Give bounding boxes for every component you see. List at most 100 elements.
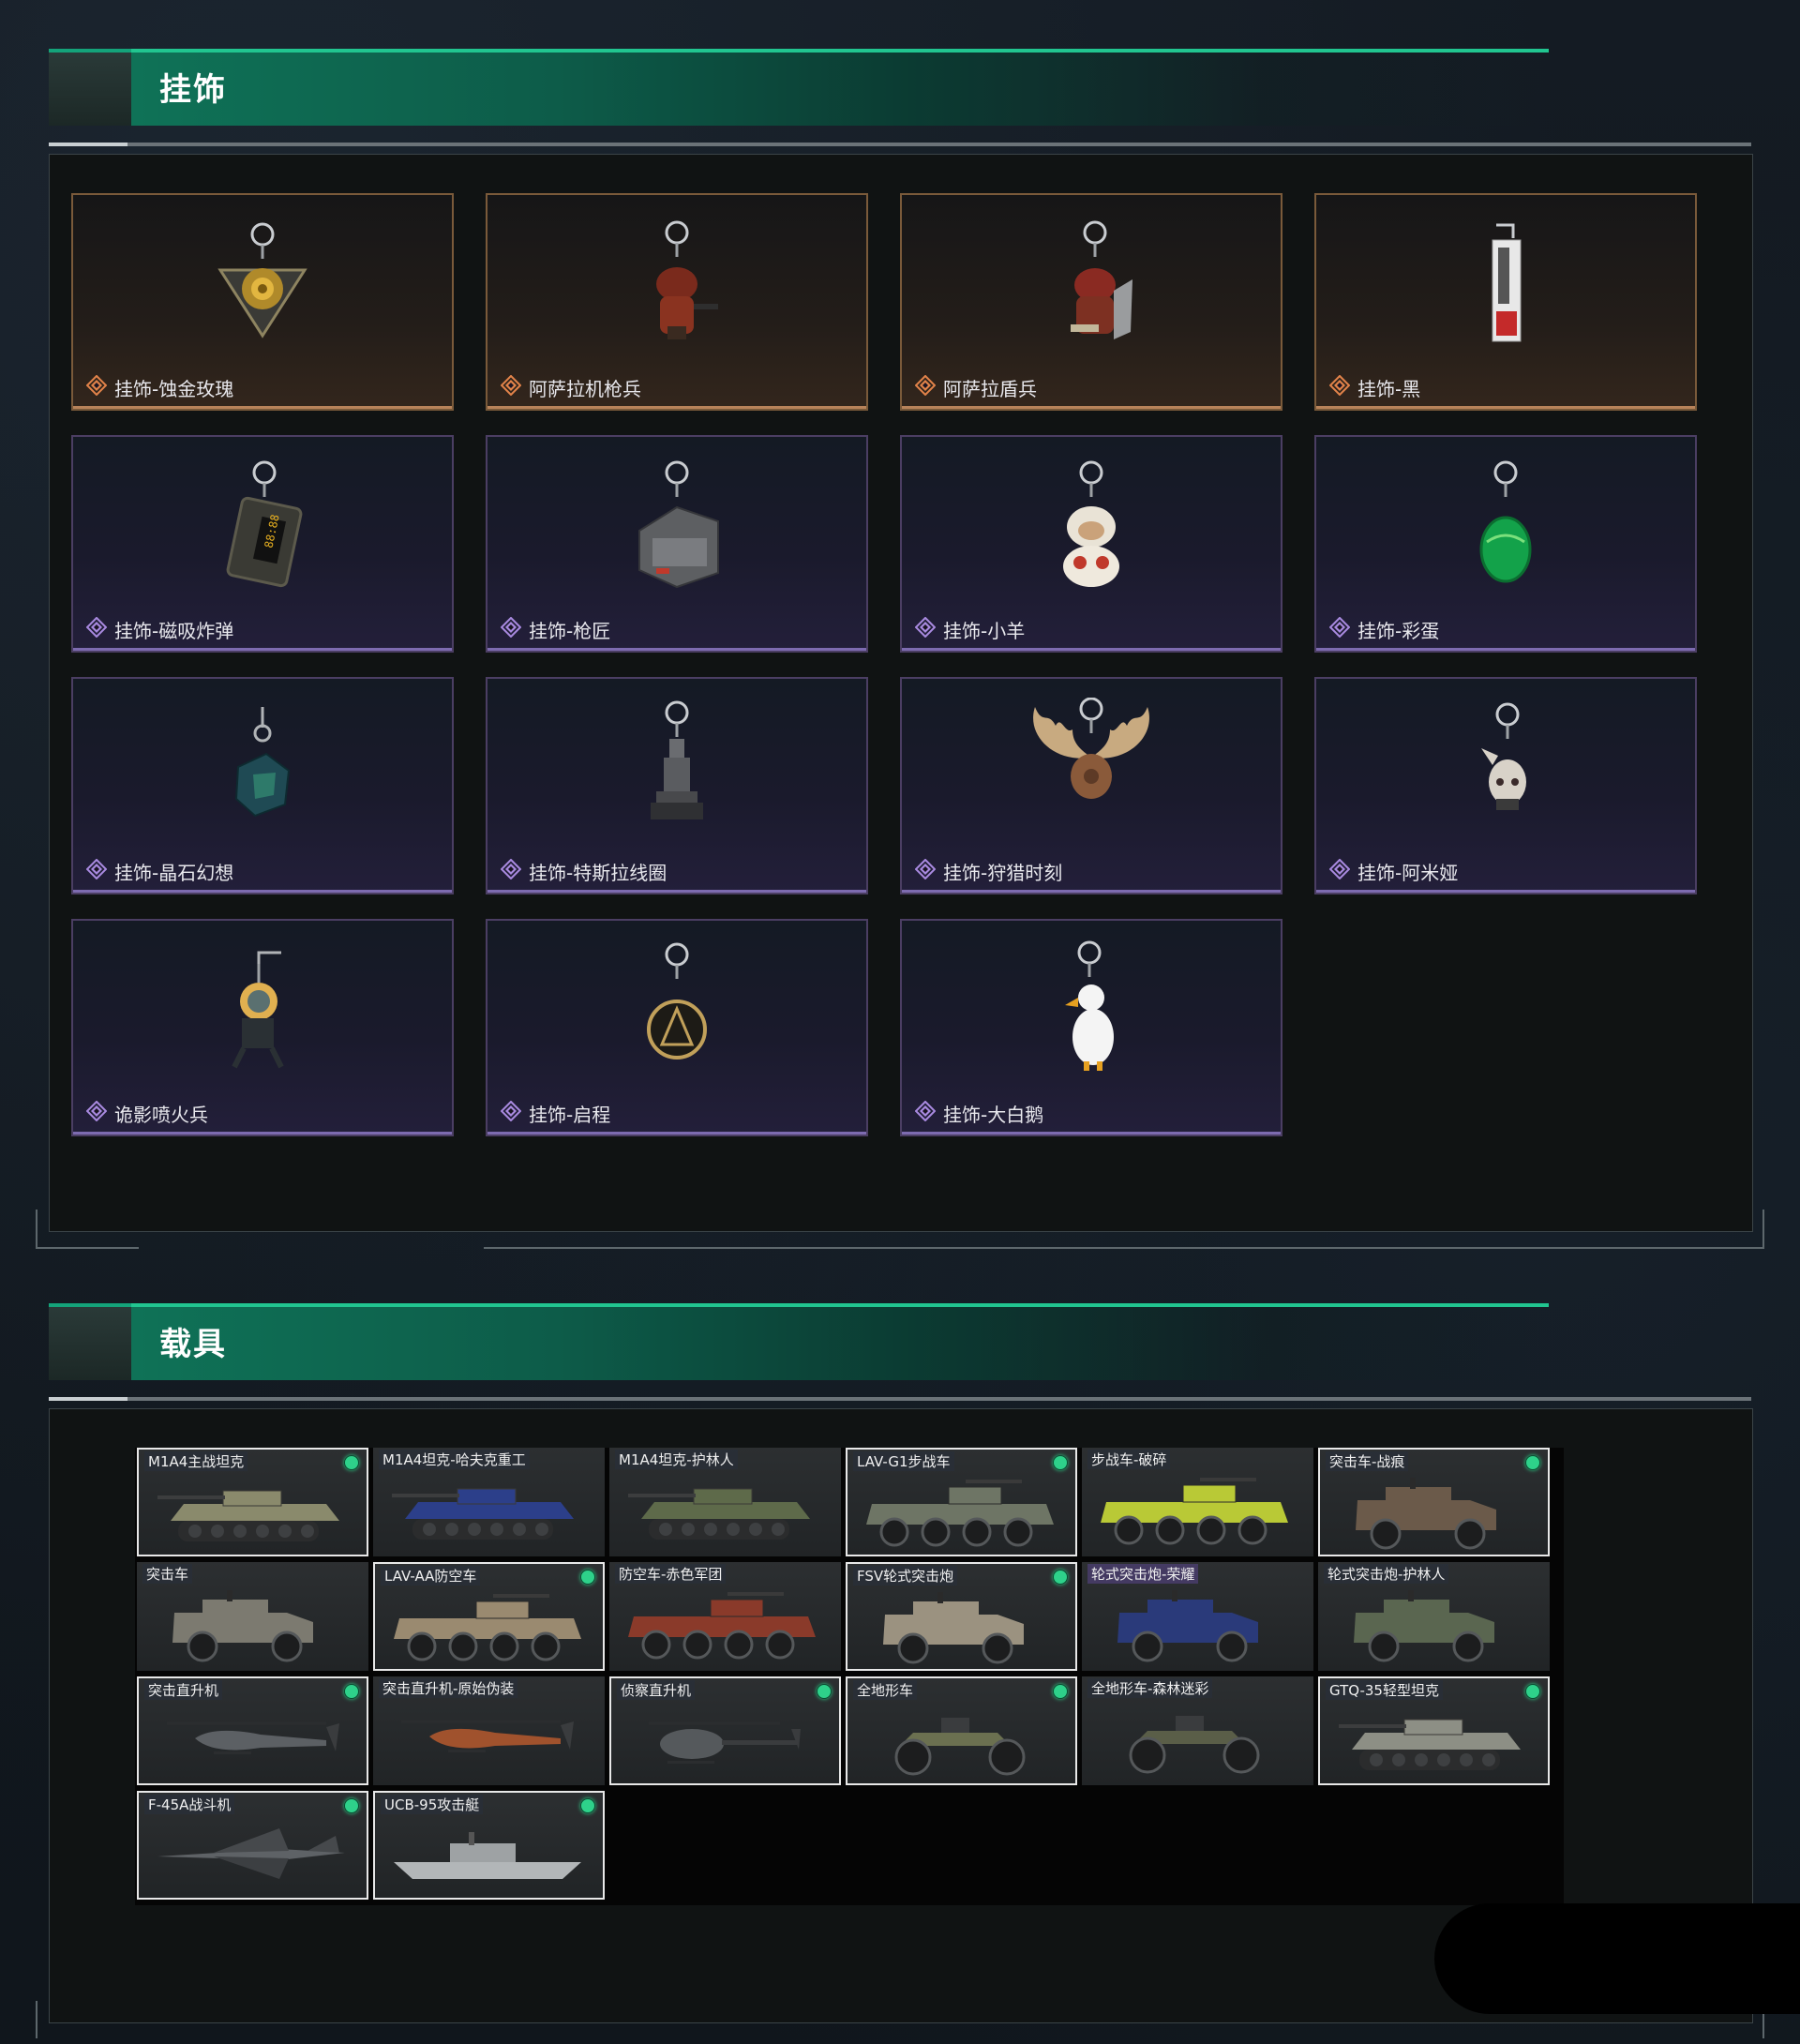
owned-status-dot — [580, 1570, 595, 1585]
easter-egg-charm-icon — [1479, 460, 1532, 583]
charm-name: 挂饰-阿米娅 — [1358, 862, 1459, 884]
charm-name: 挂饰-大白鹅 — [943, 1104, 1044, 1126]
vehicle-name: 突击直升机 — [144, 1680, 223, 1700]
vehicle-card[interactable]: 防空车-赤色军团 — [609, 1562, 841, 1671]
charm-card[interactable]: 挂饰-阿米娅 — [1314, 677, 1697, 894]
charm-label: 挂饰-磁吸炸弹 — [85, 616, 233, 643]
header-stub — [49, 49, 131, 126]
vehicle-card[interactable]: 轮式突击炮-荣耀 — [1082, 1562, 1313, 1671]
owned-status-dot — [1525, 1455, 1540, 1470]
vehicle-card[interactable]: F-45A战斗机 — [137, 1791, 368, 1900]
asara-gunner-charm-icon — [656, 220, 718, 339]
owned-status-dot — [1525, 1684, 1540, 1699]
departure-medal-charm-icon — [647, 942, 707, 1060]
flamethrower-charm-icon — [232, 951, 284, 1069]
vehicles-section-header: 载具 — [49, 1303, 1549, 1380]
rarity-bar — [1316, 890, 1695, 893]
vehicle-card[interactable]: FSV轮式突击炮 — [846, 1562, 1077, 1671]
vehicle-card[interactable]: 突击车-战痕 — [1318, 1448, 1550, 1556]
charm-card[interactable]: 诡影喷火兵 — [71, 919, 454, 1136]
rarity-diamond-icon — [914, 616, 937, 642]
charm-name: 阿萨拉盾兵 — [943, 378, 1037, 400]
charm-card[interactable]: 挂饰-黑 — [1314, 193, 1697, 411]
owned-status-dot — [344, 1798, 359, 1813]
charm-name: 挂饰-启程 — [529, 1104, 611, 1126]
charm-card[interactable]: 挂饰-启程 — [486, 919, 868, 1136]
charm-label: 挂饰-彩蛋 — [1328, 616, 1439, 643]
vehicle-apc-icon — [394, 1594, 581, 1661]
owned-status-dot — [1053, 1455, 1068, 1470]
vehicle-apc-icon — [1101, 1478, 1288, 1545]
vehicle-card[interactable]: GTQ-35轻型坦克 — [1318, 1676, 1550, 1785]
vehicle-card[interactable]: 全地形车-森林迷彩 — [1082, 1676, 1313, 1785]
charm-card[interactable]: 挂饰-特斯拉线圈 — [486, 677, 868, 894]
vehicle-name: FSV轮式突击炮 — [853, 1566, 958, 1586]
vehicle-heli-icon — [401, 1720, 574, 1752]
vehicle-card[interactable]: 突击直升机 — [137, 1676, 368, 1785]
rarity-bar — [73, 406, 452, 409]
charm-label: 诡影喷火兵 — [85, 1100, 208, 1127]
vehicle-name: UCB-95攻击艇 — [381, 1795, 484, 1814]
vehicle-card[interactable]: UCB-95攻击艇 — [373, 1791, 605, 1900]
vehicle-apc-icon — [866, 1480, 1054, 1547]
vehicle-card[interactable]: M1A4主战坦克 — [137, 1448, 368, 1556]
vehicle-boat-icon — [394, 1832, 581, 1879]
rarity-diamond-icon — [1328, 616, 1351, 642]
charm-label: 挂饰-大白鹅 — [914, 1100, 1044, 1127]
rarity-diamond-icon — [1328, 374, 1351, 400]
charm-name: 挂饰-枪匠 — [529, 620, 611, 642]
charm-card[interactable]: 挂饰-彩蛋 — [1314, 435, 1697, 653]
vehicles-panel-corner-left — [36, 2001, 75, 2038]
rarity-bar — [488, 406, 866, 409]
charm-card[interactable]: 阿萨拉盾兵 — [900, 193, 1282, 411]
charm-card[interactable]: 挂饰-小羊 — [900, 435, 1282, 653]
charm-card[interactable]: 挂饰-晶石幻想 — [71, 677, 454, 894]
charm-card[interactable]: 88:88 挂饰-磁吸炸弹 — [71, 435, 454, 653]
vehicle-card[interactable]: 步战车-破碎 — [1082, 1448, 1313, 1556]
owned-status-dot — [1053, 1570, 1068, 1585]
vehicles-section-divider — [49, 1397, 1751, 1401]
vehicle-name: 防空车-赤色军团 — [615, 1564, 727, 1584]
vehicle-card[interactable]: 突击直升机-原始伪装 — [373, 1676, 605, 1785]
vehicle-card[interactable]: LAV-AA防空车 — [373, 1562, 605, 1671]
vehicle-name: 轮式突击炮-荣耀 — [1088, 1564, 1199, 1584]
charm-label: 挂饰-晶石幻想 — [85, 858, 233, 885]
header-bar — [131, 1303, 1549, 1380]
vehicle-card[interactable]: 突击车 — [137, 1562, 368, 1671]
vehicle-name: M1A4主战坦克 — [144, 1451, 248, 1471]
rarity-diamond-icon — [500, 1100, 522, 1126]
rarity-bar — [902, 406, 1281, 409]
rarity-bar — [73, 1132, 452, 1135]
charm-card[interactable]: 挂饰-蚀金玫瑰 — [71, 193, 454, 411]
moose-antler-charm-icon — [1033, 698, 1149, 799]
charm-label: 挂饰-特斯拉线圈 — [500, 858, 667, 885]
charm-card[interactable]: 挂饰-狩猎时刻 — [900, 677, 1282, 894]
vehicle-card[interactable]: LAV-G1步战车 — [846, 1448, 1077, 1556]
charm-name: 挂饰-狩猎时刻 — [943, 862, 1063, 884]
vehicle-tank-icon — [1339, 1719, 1521, 1770]
charm-name: 诡影喷火兵 — [114, 1104, 208, 1126]
vehicle-name: F-45A战斗机 — [144, 1795, 235, 1814]
vehicle-heli-icon — [167, 1721, 339, 1754]
charm-name: 挂饰-小羊 — [943, 620, 1026, 642]
charm-label: 阿萨拉盾兵 — [914, 374, 1037, 401]
rarity-bar — [902, 648, 1281, 651]
charm-label: 挂饰-阿米娅 — [1328, 858, 1459, 885]
vehicle-card[interactable]: 轮式突击炮-护林人 — [1318, 1562, 1550, 1671]
vehicle-name: 全地形车 — [853, 1680, 918, 1700]
charm-card[interactable]: 阿萨拉机枪兵 — [486, 193, 868, 411]
rarity-diamond-icon — [85, 858, 108, 884]
rarity-diamond-icon — [85, 374, 108, 400]
vehicle-atv-icon — [1129, 1716, 1260, 1774]
rarity-bar — [1316, 648, 1695, 651]
charm-card[interactable]: 挂饰-枪匠 — [486, 435, 868, 653]
magnetic-bomb-charm-icon: 88:88 — [226, 460, 303, 588]
vehicle-card[interactable]: M1A4坦克-哈夫克重工 — [373, 1448, 605, 1556]
vehicle-card[interactable]: 侦察直升机 — [609, 1676, 841, 1785]
rarity-diamond-icon — [1328, 858, 1351, 884]
vehicle-card[interactable]: M1A4坦克-护林人 — [609, 1448, 841, 1556]
vehicle-card[interactable]: 全地形车 — [846, 1676, 1077, 1785]
rarity-diamond-icon — [500, 616, 522, 642]
charm-label: 挂饰-狩猎时刻 — [914, 858, 1063, 885]
charm-card[interactable]: 挂饰-大白鹅 — [900, 919, 1282, 1136]
